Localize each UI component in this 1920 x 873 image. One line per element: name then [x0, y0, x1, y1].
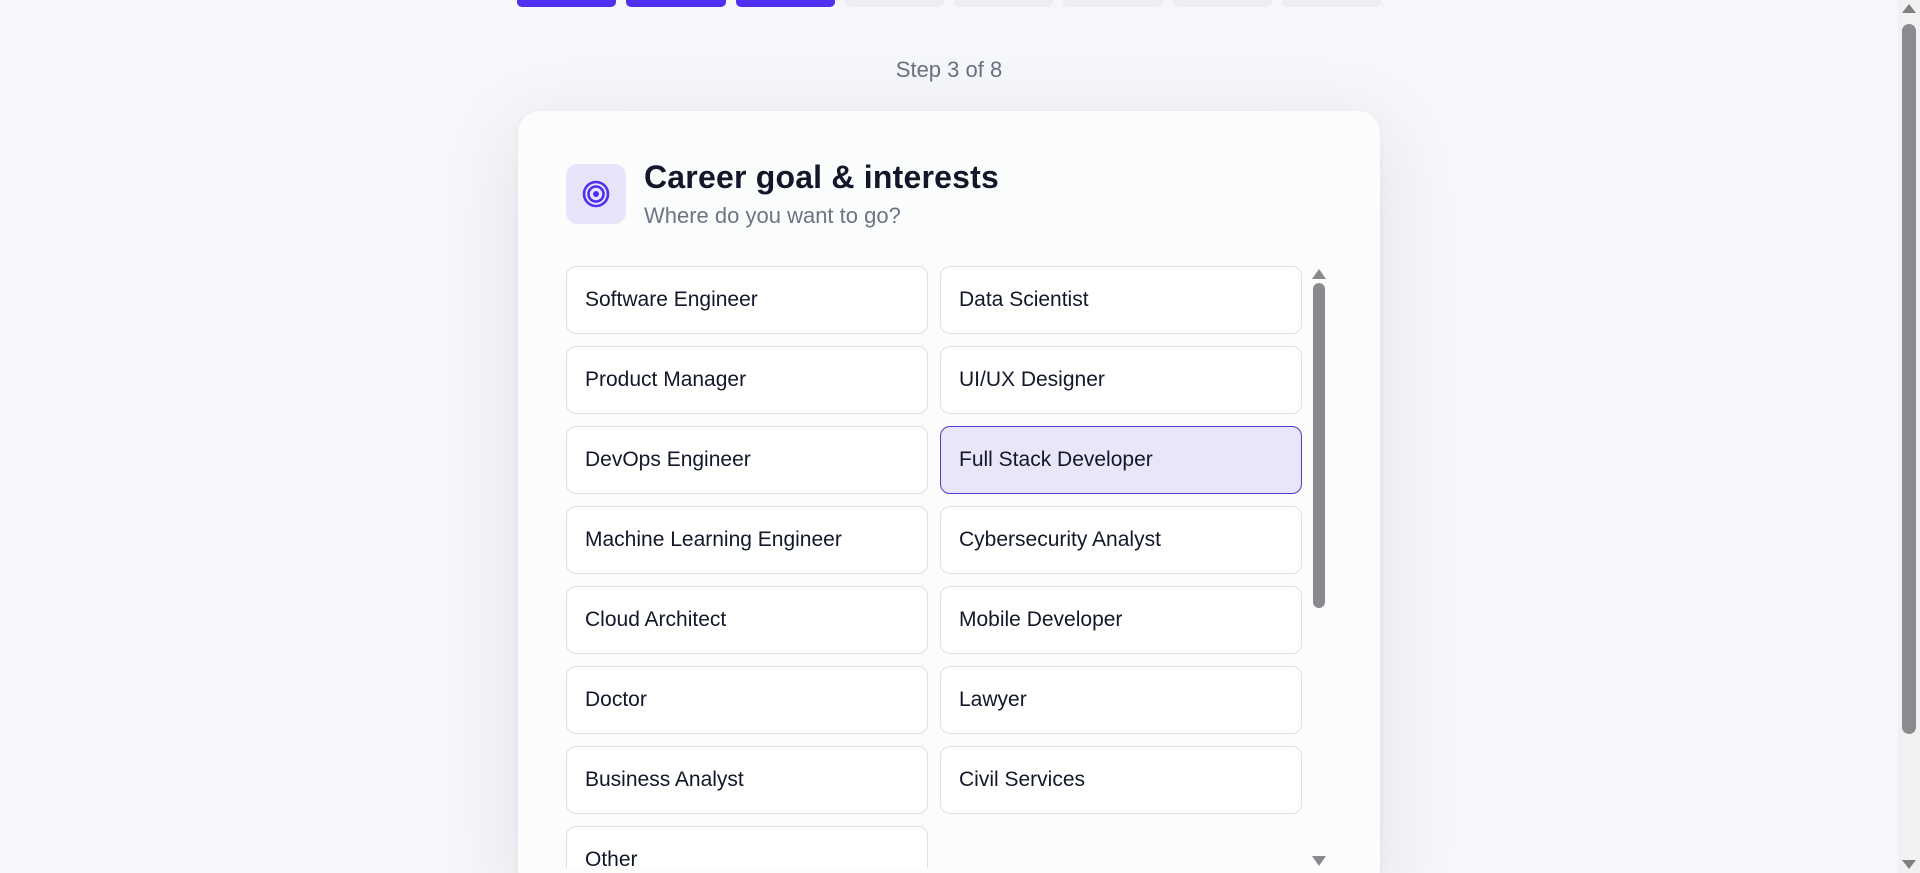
- career-options-list: Software Engineer Data Scientist Product M…: [566, 266, 1326, 868]
- career-option[interactable]: Product Manager: [566, 346, 928, 414]
- progress-segment: [954, 0, 1054, 7]
- progress-segment: [1172, 0, 1272, 7]
- step-label: Step 3 of 8: [895, 57, 1003, 82]
- career-options-grid: Software Engineer Data Scientist Product M…: [566, 266, 1326, 868]
- page-scroll-thumb[interactable]: [1902, 24, 1916, 734]
- career-option[interactable]: DevOps Engineer: [566, 426, 928, 494]
- career-option[interactable]: Cybersecurity Analyst: [940, 506, 1302, 574]
- progress-segment: [1281, 0, 1381, 7]
- career-option[interactable]: Doctor: [566, 666, 928, 734]
- scroll-up-icon[interactable]: [1312, 269, 1326, 279]
- career-option[interactable]: Other: [566, 826, 928, 868]
- career-goal-card: Career goal & interests Where do you wan…: [518, 111, 1380, 873]
- progress-segment: [517, 0, 617, 7]
- page-scroll-down-icon[interactable]: [1902, 860, 1916, 869]
- options-scrollbar[interactable]: [1310, 266, 1328, 866]
- career-option[interactable]: Full Stack Developer: [940, 426, 1302, 494]
- career-option[interactable]: Business Analyst: [566, 746, 928, 814]
- progress-segment: [735, 0, 835, 7]
- career-option[interactable]: UI/UX Designer: [940, 346, 1302, 414]
- scroll-thumb[interactable]: [1313, 283, 1325, 608]
- career-option[interactable]: Cloud Architect: [566, 586, 928, 654]
- page-scrollbar[interactable]: [1898, 0, 1920, 873]
- progress-segment: [844, 0, 944, 7]
- target-icon: [566, 164, 626, 224]
- step-progress-bar: [517, 0, 1381, 8]
- career-option[interactable]: Software Engineer: [566, 266, 928, 334]
- page: Step 3 of 8 Career goal & interests Wher…: [0, 0, 1920, 873]
- career-option[interactable]: Lawyer: [940, 666, 1302, 734]
- career-option[interactable]: Mobile Developer: [940, 586, 1302, 654]
- progress-segment: [1063, 0, 1163, 7]
- career-option[interactable]: Machine Learning Engineer: [566, 506, 928, 574]
- career-option[interactable]: Civil Services: [940, 746, 1302, 814]
- card-title: Career goal & interests: [644, 159, 999, 195]
- card-subtitle: Where do you want to go?: [644, 203, 901, 228]
- page-scroll-up-icon[interactable]: [1902, 4, 1916, 13]
- scroll-down-icon[interactable]: [1312, 856, 1326, 866]
- career-option[interactable]: Data Scientist: [940, 266, 1302, 334]
- progress-segment: [626, 0, 726, 7]
